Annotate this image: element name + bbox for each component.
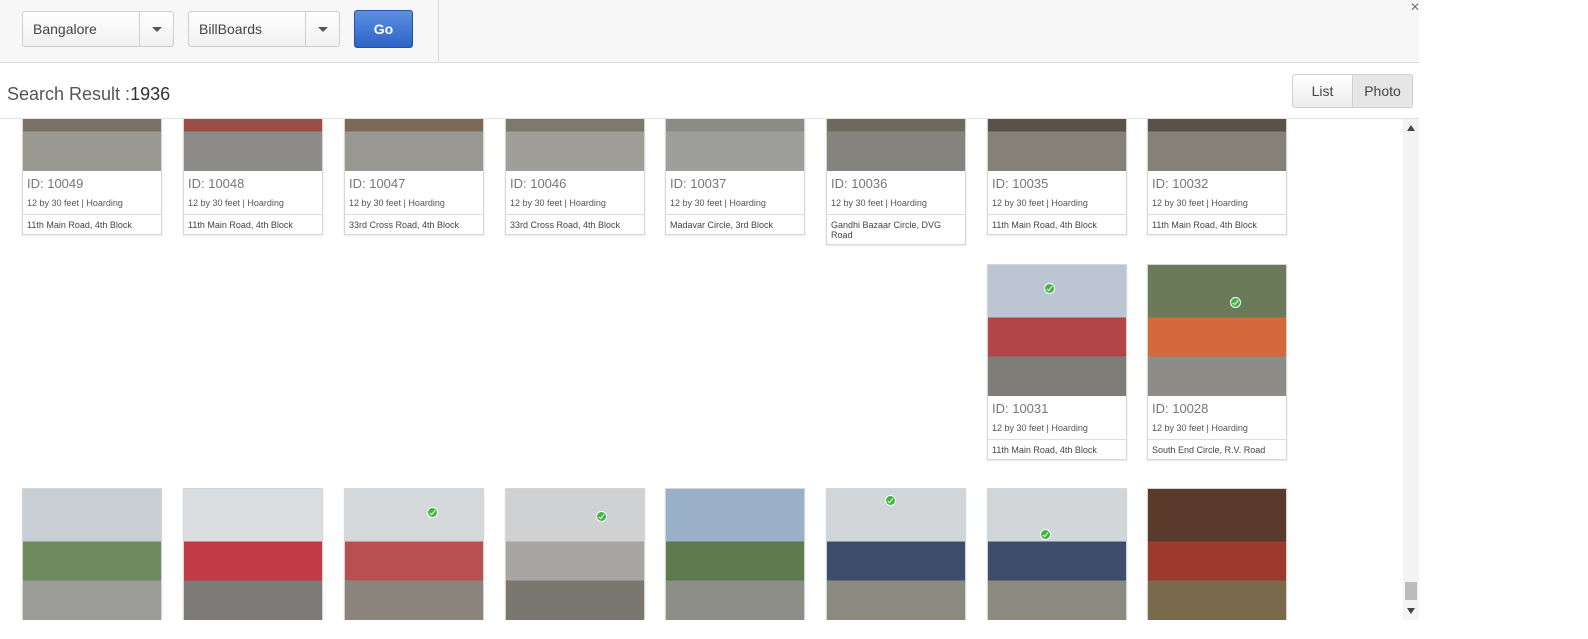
card-location: 11th Main Road, 4th Block [988,214,1126,234]
city-dropdown-value: Bangalore [33,21,97,37]
check-icon [1230,297,1241,308]
media-type-dropdown[interactable]: BillBoards [188,11,340,47]
billboard-photo[interactable] [988,265,1126,396]
scrollbar-thumb[interactable] [1405,582,1417,600]
card-location: 11th Main Road, 4th Block [23,214,161,234]
card-id: ID: 10046 [510,176,567,191]
card-id: ID: 10031 [992,401,1049,416]
card-id: ID: 10037 [670,176,727,191]
billboard-photo[interactable] [184,119,322,171]
billboard-photo[interactable] [345,489,483,620]
card-location: 33rd Cross Road, 4th Block [506,214,644,234]
billboard-card[interactable]: ID: 10031 12 by 30 feet | Hoarding 11th Ma… [987,264,1127,460]
search-result-title: Search Result :1936 [7,84,170,105]
divider [438,0,439,62]
billboard-card[interactable]: ID: 10036 12 by 30 feet | Hoarding Gandhi … [826,119,966,245]
card-spec: 12 by 30 feet | Hoarding [992,423,1088,433]
card-location: 11th Main Road, 4th Block [988,439,1126,459]
check-icon [1040,529,1051,540]
billboard-card[interactable] [987,488,1127,620]
check-icon [1044,283,1055,294]
city-dropdown[interactable]: Bangalore [22,11,174,47]
card-location: Gandhi Bazaar Circle, DVG Road [827,214,965,244]
card-spec: 12 by 30 feet | Hoarding [510,198,606,208]
chevron-down-icon[interactable] [305,12,339,46]
billboard-photo[interactable] [1148,265,1286,396]
billboard-card[interactable]: ID: 10028 12 by 30 feet | Hoarding South E… [1147,264,1287,460]
billboard-photo[interactable] [988,489,1126,620]
billboard-photo[interactable] [184,489,322,620]
billboard-card[interactable] [344,488,484,620]
filter-bar: Bangalore BillBoards Go [0,0,1419,63]
scroll-down-icon[interactable] [1407,608,1415,614]
check-icon [427,507,438,518]
card-location: South End Circle, R.V. Road [1148,439,1286,459]
billboard-photo[interactable] [345,119,483,171]
card-location: Madavar Circle, 3rd Block [666,214,804,234]
billboard-photo[interactable] [988,119,1126,171]
billboard-photo[interactable] [1148,489,1286,620]
billboard-card[interactable]: ID: 10037 12 by 30 feet | Hoarding Madavar… [665,119,805,235]
billboard-card[interactable]: ID: 10048 12 by 30 feet | Hoarding 11th Ma… [183,119,323,235]
search-result-label: Search Result : [7,84,131,104]
media-type-dropdown-value: BillBoards [199,21,263,37]
billboard-card[interactable] [826,488,966,620]
billboard-photo[interactable] [666,119,804,171]
billboard-photo[interactable] [23,489,161,620]
card-spec: 12 by 30 feet | Hoarding [992,198,1088,208]
billboard-card[interactable] [22,488,162,620]
billboard-photo[interactable] [23,119,161,171]
results-header: Search Result :1936 List Photo [0,63,1419,119]
card-id: ID: 10028 [1152,401,1209,416]
billboard-card[interactable]: ID: 10035 12 by 30 feet | Hoarding 11th Ma… [987,119,1127,235]
billboard-card[interactable]: ID: 10032 12 by 30 feet | Hoarding 11th Ma… [1147,119,1287,235]
card-id: ID: 10047 [349,176,406,191]
billboard-photo[interactable] [506,489,644,620]
card-spec: 12 by 30 feet | Hoarding [1152,198,1248,208]
card-id: ID: 10036 [831,176,888,191]
chevron-down-icon[interactable] [139,12,173,46]
billboard-card[interactable] [183,488,323,620]
card-spec: 12 by 30 feet | Hoarding [349,198,445,208]
scrollbar[interactable] [1403,119,1419,620]
scroll-up-icon[interactable] [1407,125,1415,131]
billboard-photo[interactable] [827,489,965,620]
billboard-photo[interactable] [506,119,644,171]
list-view-button[interactable]: List [1292,74,1353,108]
card-spec: 12 by 30 feet | Hoarding [1152,423,1248,433]
card-id: ID: 10035 [992,176,1049,191]
card-location: 11th Main Road, 4th Block [184,214,322,234]
billboard-photo[interactable] [827,119,965,171]
search-result-count: 1936 [130,84,171,104]
card-spec: 12 by 30 feet | Hoarding [670,198,766,208]
billboard-card[interactable]: ID: 10047 12 by 30 feet | Hoarding 33rd Cr… [344,119,484,235]
card-id: ID: 10049 [27,176,84,191]
photo-view-button[interactable]: Photo [1352,74,1413,108]
billboard-card[interactable]: ID: 10049 12 by 30 feet | Hoarding 11th Ma… [22,119,162,235]
billboard-card[interactable] [505,488,645,620]
results-grid: ID: 10049 12 by 30 feet | Hoarding 11th Ma… [0,119,1403,620]
card-spec: 12 by 30 feet | Hoarding [831,198,927,208]
card-spec: 12 by 30 feet | Hoarding [188,198,284,208]
billboard-photo[interactable] [1148,119,1286,171]
check-icon [885,495,896,506]
card-id: ID: 10032 [1152,176,1209,191]
billboard-card[interactable] [1147,488,1287,620]
billboard-photo[interactable] [666,489,804,620]
card-location: 33rd Cross Road, 4th Block [345,214,483,234]
billboard-card[interactable] [665,488,805,620]
card-id: ID: 10048 [188,176,245,191]
go-button[interactable]: Go [354,10,413,48]
close-icon[interactable]: ✕ [1410,0,1420,14]
card-location: 11th Main Road, 4th Block [1148,214,1286,234]
check-icon [596,511,607,522]
billboard-card[interactable]: ID: 10046 12 by 30 feet | Hoarding 33rd Cr… [505,119,645,235]
card-spec: 12 by 30 feet | Hoarding [27,198,123,208]
